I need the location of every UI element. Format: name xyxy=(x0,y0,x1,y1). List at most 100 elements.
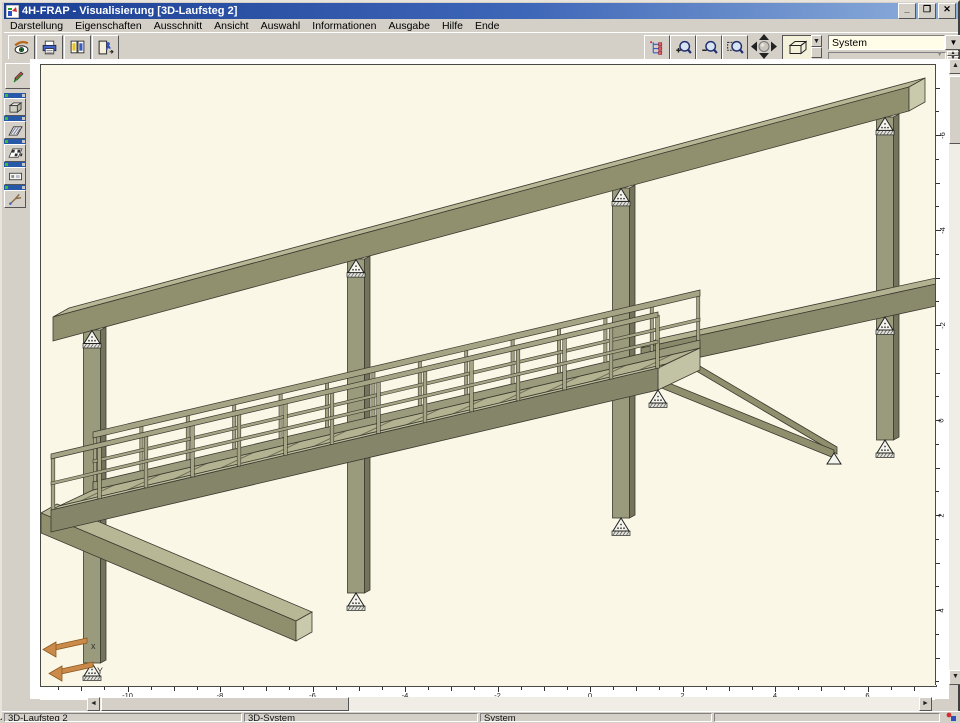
perspective-drop-body xyxy=(811,47,822,58)
print-button[interactable] xyxy=(36,35,63,60)
status-bar: 3D-Laufsteg 23D-SystemSystem xyxy=(2,711,960,723)
horizontal-scrollbar[interactable]: ◄ ► xyxy=(87,697,932,711)
window-title: 4H-FRAP - Visualisierung [3D-Laufsteg 2] xyxy=(22,5,237,17)
menu-item-ausschnitt[interactable]: Ausschnitt xyxy=(148,20,208,32)
ruler-tick xyxy=(104,687,105,690)
vertical-ruler: -6-4-2024 xyxy=(935,64,950,685)
green-dot-icon xyxy=(5,163,8,166)
walkway-3d-scene: x Y xyxy=(41,65,936,686)
mini-titlebar xyxy=(4,116,26,121)
ruler-tick xyxy=(936,254,939,255)
view-selector-value[interactable]: System xyxy=(828,35,945,50)
mini-box-icon xyxy=(22,140,25,143)
scroll-down-icon[interactable]: ▼ xyxy=(949,670,960,685)
ruler-tick xyxy=(798,687,799,690)
ruler-tick xyxy=(844,687,845,690)
close-button[interactable]: ✕ xyxy=(938,3,956,19)
ruler-tick xyxy=(706,687,707,690)
ruler-tick xyxy=(174,687,175,691)
exit-door-icon xyxy=(97,39,114,56)
ruler-tick xyxy=(936,563,940,564)
status-panel-1: 3D-Laufsteg 2 xyxy=(4,713,242,722)
menu-item-ausgabe[interactable]: Ausgabe xyxy=(383,20,436,32)
menu-item-ende[interactable]: Ende xyxy=(469,20,506,32)
ruler-tick xyxy=(151,687,152,690)
zoom-out-icon xyxy=(700,39,718,57)
ruler-tick xyxy=(359,687,360,691)
green-dot-icon xyxy=(5,186,8,189)
column-4 xyxy=(877,117,894,440)
structure-tree-icon xyxy=(649,39,666,56)
mini-box-icon xyxy=(22,186,25,189)
ruler-tick xyxy=(752,687,753,690)
value-display-icon xyxy=(8,170,23,183)
upper-beam xyxy=(53,78,925,341)
mini-box-icon xyxy=(22,163,25,166)
exit-button[interactable] xyxy=(92,35,119,60)
model-box-window-button[interactable] xyxy=(4,93,26,114)
draw-mode-button[interactable] xyxy=(5,63,31,89)
vertical-scroll-thumb[interactable] xyxy=(949,76,960,144)
minimize-button[interactable]: _ xyxy=(898,3,916,19)
viewport-canvas[interactable]: x Y xyxy=(40,64,937,687)
pan-arrows-icon xyxy=(750,33,778,60)
scroll-right-icon[interactable]: ► xyxy=(919,697,932,711)
view-selector-combo[interactable]: System ▼ xyxy=(828,35,960,50)
app-window: 4H-FRAP - Visualisierung [3D-Laufsteg 2]… xyxy=(0,0,960,720)
menu-item-auswahl[interactable]: Auswahl xyxy=(255,20,307,32)
ruler-tick xyxy=(567,687,568,690)
fork-tool-icon xyxy=(8,193,23,206)
green-dot-icon xyxy=(5,140,8,143)
documentation-button[interactable] xyxy=(64,35,91,60)
vertical-scrollbar[interactable]: ▲ ▼ xyxy=(949,59,960,685)
horizontal-scroll-thumb[interactable] xyxy=(101,697,349,711)
mini-box-icon xyxy=(22,94,25,97)
ruler-tick xyxy=(382,687,383,690)
ruler-tick xyxy=(936,491,939,492)
zoom-in-button[interactable] xyxy=(670,35,696,60)
mini-titlebar xyxy=(4,185,26,190)
values-window-button[interactable] xyxy=(4,162,26,183)
view-settings-button[interactable] xyxy=(8,35,35,60)
perspective-box-button[interactable] xyxy=(782,35,812,60)
zoom-out-button[interactable] xyxy=(696,35,722,60)
ruler-tick xyxy=(729,687,730,691)
menu-item-eigenschaften[interactable]: Eigenschaften xyxy=(69,20,148,32)
ruler-tick xyxy=(474,687,475,690)
green-dot-icon xyxy=(5,94,8,97)
tools-window-button[interactable] xyxy=(4,185,26,206)
ruler-tick xyxy=(266,687,267,691)
ruler-tick xyxy=(936,658,940,659)
menu-item-darstellung[interactable]: Darstellung xyxy=(4,20,69,32)
ruler-tick xyxy=(936,301,939,302)
app-icon xyxy=(6,5,19,18)
ruler-tick xyxy=(936,586,939,587)
menu-item-ansicht[interactable]: Ansicht xyxy=(208,20,254,32)
ruler-tick xyxy=(613,687,614,690)
perspective-drop[interactable]: ▼ xyxy=(811,35,822,58)
structure-tree-button[interactable] xyxy=(644,35,670,60)
zoom-window-button[interactable] xyxy=(722,35,748,60)
cube-icon xyxy=(8,101,23,114)
ruler-tick xyxy=(451,687,452,691)
cube-icon xyxy=(787,39,807,56)
section-plane-window-button[interactable] xyxy=(4,116,26,137)
green-dot-icon xyxy=(5,117,8,120)
axis-y-label: Y xyxy=(97,666,103,676)
ruler-tick xyxy=(936,349,939,350)
scroll-up-icon[interactable]: ▲ xyxy=(949,59,960,74)
pan-control[interactable] xyxy=(750,33,778,60)
menu-item-hilfe[interactable]: Hilfe xyxy=(436,20,469,32)
left-toolbar xyxy=(2,59,30,699)
scroll-left-icon[interactable]: ◄ xyxy=(87,697,100,711)
menu-item-informationen[interactable]: Informationen xyxy=(306,20,382,32)
maximize-button[interactable]: ❐ xyxy=(918,3,936,19)
menu-bar: DarstellungEigenschaftenAusschnittAnsich… xyxy=(4,19,958,32)
ruler-tick xyxy=(914,687,915,691)
chevron-down-icon[interactable]: ▼ xyxy=(945,35,960,50)
chevron-down-icon[interactable]: ▼ xyxy=(811,35,822,47)
ruler-tick xyxy=(636,687,637,691)
title-bar[interactable]: 4H-FRAP - Visualisierung [3D-Laufsteg 2]… xyxy=(4,3,958,19)
checker-mesh-icon xyxy=(8,147,23,160)
mesh-window-button[interactable] xyxy=(4,139,26,160)
